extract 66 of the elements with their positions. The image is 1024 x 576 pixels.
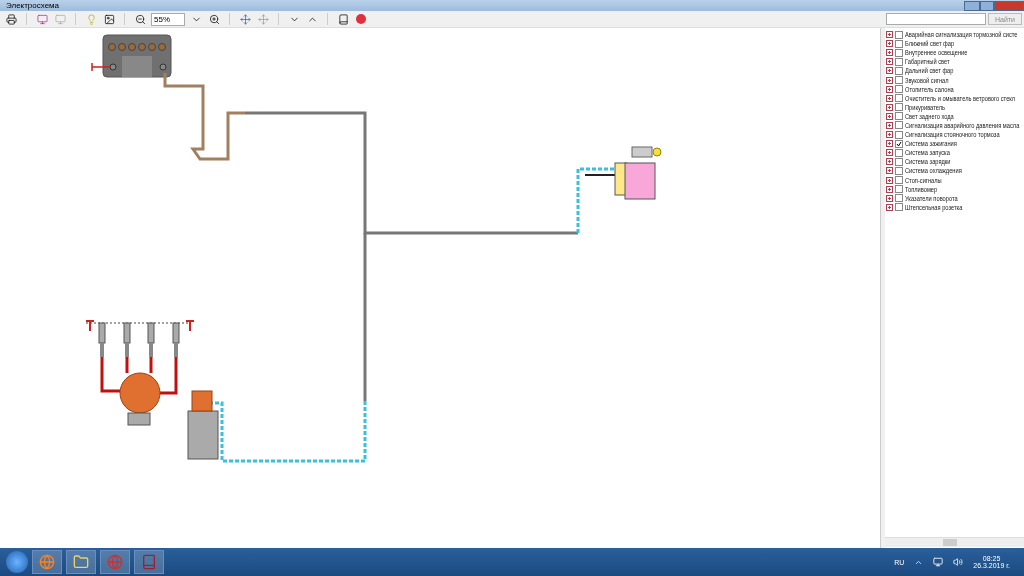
zoom-field[interactable]: 55% <box>151 12 185 26</box>
diagram-button[interactable] <box>35 12 49 26</box>
minimize-button[interactable] <box>964 0 980 11</box>
move-button[interactable] <box>256 12 270 26</box>
checkbox[interactable] <box>895 57 903 66</box>
checkbox[interactable] <box>895 121 903 130</box>
lamp-drawing <box>631 146 662 158</box>
checkbox[interactable] <box>895 139 903 148</box>
expand-icon[interactable] <box>886 185 893 193</box>
checkbox[interactable] <box>895 185 903 194</box>
expand-icon[interactable] <box>886 194 893 202</box>
checkbox[interactable] <box>895 148 903 157</box>
checkbox[interactable] <box>895 94 903 103</box>
expand-icon[interactable] <box>886 103 893 111</box>
expand-icon[interactable] <box>886 203 893 211</box>
search-field[interactable] <box>886 13 986 25</box>
expand-icon[interactable] <box>886 131 893 139</box>
folder-taskbar-icon[interactable] <box>66 550 96 574</box>
app-taskbar-icon[interactable] <box>134 550 164 574</box>
checkbox[interactable] <box>895 176 903 185</box>
expand-icon[interactable] <box>886 58 893 66</box>
ignition-coil-drawing <box>187 390 219 460</box>
checkbox[interactable] <box>895 66 903 75</box>
window-title: Электросхема <box>6 1 60 10</box>
checkbox[interactable] <box>895 103 903 112</box>
checkbox[interactable] <box>895 30 903 39</box>
book-button[interactable] <box>336 12 350 26</box>
checkbox[interactable] <box>895 85 903 94</box>
checkbox[interactable] <box>895 112 903 121</box>
expand-icon[interactable] <box>886 149 893 157</box>
expand-icon[interactable] <box>886 85 893 93</box>
zoom-in-button[interactable] <box>207 12 221 26</box>
expand-icon[interactable] <box>886 167 893 175</box>
expand-icon[interactable] <box>886 122 893 129</box>
zoom-out-button[interactable] <box>133 12 147 26</box>
close-button[interactable] <box>994 0 1024 11</box>
browser-taskbar-icon[interactable] <box>32 550 62 574</box>
expand-icon[interactable] <box>886 76 893 84</box>
expand-icon[interactable] <box>886 67 893 75</box>
network-icon[interactable] <box>933 557 944 567</box>
expand-icon[interactable] <box>886 31 893 39</box>
checkbox[interactable] <box>895 166 903 175</box>
start-button[interactable] <box>6 551 28 573</box>
checkbox[interactable] <box>895 130 903 139</box>
checkbox[interactable] <box>895 203 903 212</box>
horizontal-scrollbar[interactable] <box>885 537 1024 547</box>
maximize-button[interactable] <box>980 0 994 11</box>
checkbox[interactable] <box>895 48 903 57</box>
expand-icon[interactable] <box>886 158 893 166</box>
print-button[interactable] <box>4 12 18 26</box>
fit-button[interactable] <box>238 12 252 26</box>
expand-icon[interactable] <box>886 112 893 120</box>
stop-button[interactable] <box>354 12 368 26</box>
distributor-drawing <box>119 372 161 426</box>
expand-icon[interactable] <box>886 140 893 148</box>
checkbox[interactable] <box>895 76 903 84</box>
expand-icon[interactable] <box>886 49 893 57</box>
checkbox[interactable] <box>895 194 903 203</box>
checkbox[interactable] <box>895 157 903 166</box>
expand-icon[interactable] <box>886 94 893 102</box>
relay-drawing <box>614 162 656 200</box>
volume-icon[interactable] <box>953 557 964 567</box>
picture-button[interactable] <box>102 12 116 26</box>
expand-icon[interactable] <box>886 40 893 48</box>
expand-icon[interactable] <box>886 176 893 184</box>
checkbox[interactable] <box>895 39 903 48</box>
